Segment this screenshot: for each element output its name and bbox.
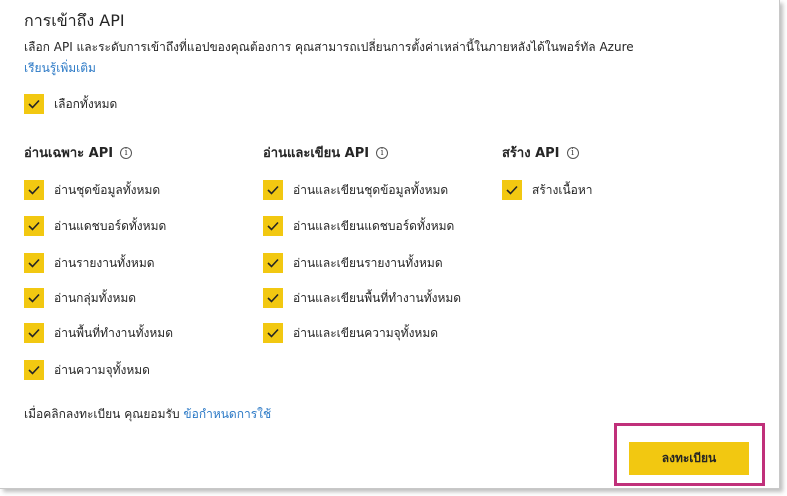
checkmark-icon xyxy=(28,293,40,303)
api-access-panel: การเข้าถึง API เลือก API และระดับการเข้า… xyxy=(0,0,780,489)
select-all-row: เลือกทั้งหมด xyxy=(24,94,117,114)
checkbox-label: สร้างเนื้อหา xyxy=(532,182,593,197)
checkmark-icon xyxy=(267,221,279,231)
consent-label: เมื่อคลิกลงทะเบียน คุณยอมรับ xyxy=(24,407,180,421)
readwrite-datasets-checkbox[interactable] xyxy=(263,180,283,200)
checkmark-icon xyxy=(267,293,279,303)
read-groups-row: อ่านกลุ่มทั้งหมด xyxy=(24,288,136,308)
readwrite-dashboards-row: อ่านและเขียนแดชบอร์ดทั้งหมด xyxy=(263,216,454,236)
section-heading-label: อ่านและเขียน API xyxy=(263,146,370,161)
read-datasets-checkbox[interactable] xyxy=(24,180,44,200)
register-button[interactable]: ลงทะเบียน xyxy=(629,442,749,475)
readwrite-capacities-checkbox[interactable] xyxy=(263,323,283,343)
create-content-row: สร้างเนื้อหา xyxy=(502,180,593,200)
readwrite-capacities-row: อ่านและเขียนความจุทั้งหมด xyxy=(263,323,438,343)
read-workspaces-checkbox[interactable] xyxy=(24,323,44,343)
checkbox-label: อ่านและเขียนพื้นที่ทำงานทั้งหมด xyxy=(293,290,462,305)
checkbox-label: อ่านและเขียนชุดข้อมูลทั้งหมด xyxy=(293,182,449,197)
read-dashboards-checkbox[interactable] xyxy=(24,216,44,236)
checkbox-label: อ่านและเขียนรายงานทั้งหมด xyxy=(293,255,443,270)
section-heading-label: อ่านเฉพาะ API xyxy=(24,146,114,161)
checkmark-icon xyxy=(28,365,40,375)
page-title: การเข้าถึง API xyxy=(24,11,125,30)
checkmark-icon xyxy=(28,328,40,338)
info-icon[interactable]: i xyxy=(120,146,133,159)
checkmark-icon xyxy=(28,99,40,109)
checkbox-label: อ่านและเขียนความจุทั้งหมด xyxy=(293,325,439,340)
terms-of-use-link[interactable]: ข้อกำหนดการใช้ xyxy=(183,407,271,421)
readwrite-dashboards-checkbox[interactable] xyxy=(263,216,283,236)
checkbox-label: อ่านรายงานทั้งหมด xyxy=(54,255,155,270)
info-icon[interactable]: i xyxy=(566,146,579,159)
read-dashboards-row: อ่านแดชบอร์ดทั้งหมด xyxy=(24,216,166,236)
checkmark-icon xyxy=(267,185,279,195)
learn-more-link[interactable]: เรียนรู้เพิ่มเติม xyxy=(24,59,96,78)
section-heading-label: สร้าง API xyxy=(502,146,560,161)
read-capacities-row: อ่านความจุทั้งหมด xyxy=(24,360,150,380)
checkbox-label: อ่านกลุ่มทั้งหมด xyxy=(54,290,137,305)
read-capacities-checkbox[interactable] xyxy=(24,360,44,380)
readwrite-reports-row: อ่านและเขียนรายงานทั้งหมด xyxy=(263,253,443,273)
checkmark-icon xyxy=(267,258,279,268)
checkbox-label: อ่านความจุทั้งหมด xyxy=(54,362,150,377)
read-groups-checkbox[interactable] xyxy=(24,288,44,308)
readwrite-workspaces-row: อ่านและเขียนพื้นที่ทำงานทั้งหมด xyxy=(263,288,461,308)
select-all-checkbox[interactable] xyxy=(24,94,44,114)
read-datasets-row: อ่านชุดข้อมูลทั้งหมด xyxy=(24,180,160,200)
checkbox-label: อ่านชุดข้อมูลทั้งหมด xyxy=(54,182,161,197)
read-reports-checkbox[interactable] xyxy=(24,253,44,273)
checkmark-icon xyxy=(506,185,518,195)
consent-text: เมื่อคลิกลงทะเบียน คุณยอมรับ ข้อกำหนดการ… xyxy=(24,405,271,424)
info-icon[interactable]: i xyxy=(376,146,389,159)
read-reports-row: อ่านรายงานทั้งหมด xyxy=(24,253,155,273)
description-text: เลือก API และระดับการเข้าถึงที่แอปของคุณ… xyxy=(24,40,634,54)
section-heading-create: สร้าง API i xyxy=(502,142,579,163)
checkmark-icon xyxy=(28,258,40,268)
checkmark-icon xyxy=(28,185,40,195)
checkbox-label: อ่านพื้นที่ทำงานทั้งหมด xyxy=(54,325,174,340)
checkmark-icon xyxy=(28,221,40,231)
create-content-checkbox[interactable] xyxy=(502,180,522,200)
readwrite-datasets-row: อ่านและเขียนชุดข้อมูลทั้งหมด xyxy=(263,180,448,200)
checkbox-label: อ่านและเขียนแดชบอร์ดทั้งหมด xyxy=(293,218,455,233)
readwrite-reports-checkbox[interactable] xyxy=(263,253,283,273)
checkmark-icon xyxy=(267,328,279,338)
checkbox-label: อ่านแดชบอร์ดทั้งหมด xyxy=(54,218,167,233)
readwrite-workspaces-checkbox[interactable] xyxy=(263,288,283,308)
section-heading-read-only: อ่านเฉพาะ API i xyxy=(24,142,133,163)
read-workspaces-row: อ่านพื้นที่ทำงานทั้งหมด xyxy=(24,323,173,343)
section-heading-read-write: อ่านและเขียน API i xyxy=(263,142,389,163)
select-all-label: เลือกทั้งหมด xyxy=(54,96,118,111)
